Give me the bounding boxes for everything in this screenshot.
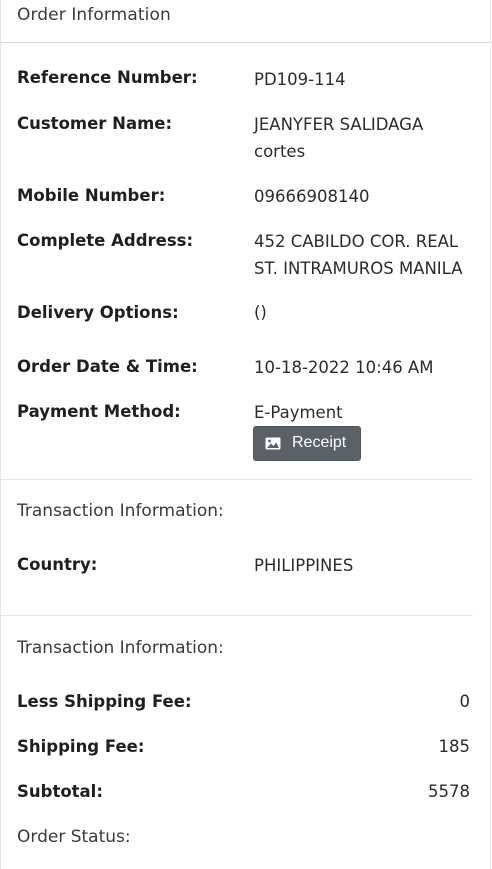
shipping-fee-value: 185	[438, 737, 471, 756]
order-status-label: Order Status:	[17, 827, 131, 847]
less-shipping-fee-value: 0	[459, 692, 471, 711]
order-datetime-value: 10-18-2022 10:46 AM	[254, 358, 434, 377]
customer-name-value: JEANYFER SALIDAGA cortes	[254, 111, 423, 165]
transaction-information-title-2: Transaction Information:	[17, 638, 224, 658]
reference-number-label: Reference Number:	[17, 68, 198, 87]
complete-address-label: Complete Address:	[17, 231, 194, 250]
subtotal-label: Subtotal:	[17, 782, 103, 801]
customer-name-label: Customer Name:	[17, 114, 173, 133]
country-label: Country:	[17, 555, 98, 574]
receipt-button-label: Receipt	[292, 434, 347, 451]
address-line1: 452 CABILDO COR. REAL	[254, 232, 459, 251]
card-header: Order Information	[1, 0, 490, 43]
reference-number-value: PD109-114	[254, 70, 346, 89]
delivery-options-label: Delivery Options:	[17, 303, 179, 322]
customer-name-line1: JEANYFER SALIDAGA	[254, 115, 424, 134]
order-information-title: Order Information	[17, 5, 171, 25]
receipt-button[interactable]: Receipt	[253, 426, 361, 461]
image-icon	[265, 437, 281, 450]
delivery-options-value: ()	[254, 303, 267, 322]
divider	[1, 479, 473, 480]
payment-method-label: Payment Method:	[17, 402, 181, 421]
subtotal-value: 5578	[428, 782, 470, 801]
divider	[1, 615, 473, 616]
mobile-number-label: Mobile Number:	[17, 186, 166, 205]
complete-address-value: 452 CABILDO COR. REAL ST. INTRAMUROS MAN…	[254, 228, 463, 282]
customer-name-line2: cortes	[254, 142, 306, 161]
transaction-information-title: Transaction Information:	[17, 501, 224, 521]
order-card: Order Information Reference Number: PD10…	[0, 0, 491, 869]
less-shipping-fee-label: Less Shipping Fee:	[17, 692, 192, 711]
payment-method-value: E-Payment	[254, 403, 343, 422]
country-value: PHILIPPINES	[254, 556, 354, 575]
mobile-number-value: 09666908140	[254, 187, 370, 206]
address-line2: ST. INTRAMUROS MANILA	[254, 259, 463, 278]
shipping-fee-label: Shipping Fee:	[17, 737, 145, 756]
order-datetime-label: Order Date & Time:	[17, 357, 198, 376]
